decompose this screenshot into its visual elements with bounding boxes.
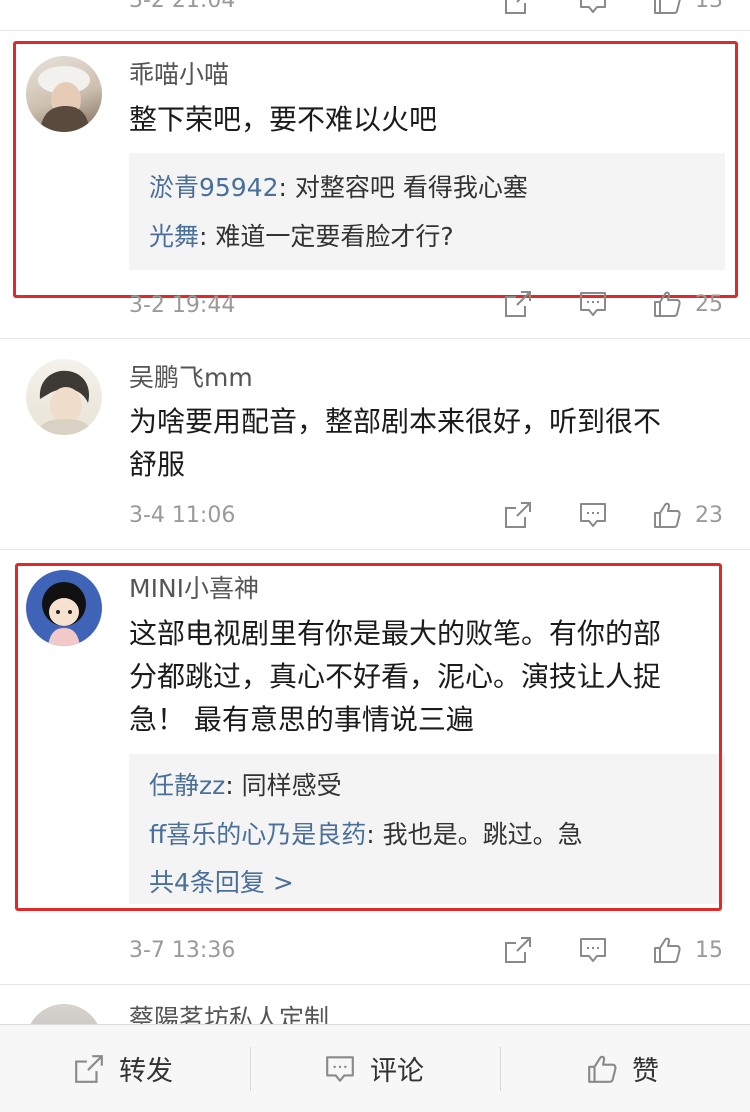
- comment-time: 3-7 13:36: [129, 938, 236, 963]
- comment-icon[interactable]: [578, 0, 608, 16]
- comment-icon: [324, 1053, 356, 1085]
- comment-icon[interactable]: [578, 289, 608, 319]
- highlight-box: [15, 563, 722, 911]
- share-icon: [73, 1053, 105, 1085]
- like-button[interactable]: 赞: [586, 1025, 659, 1112]
- comment-time: 3-2 19:44: [129, 293, 236, 318]
- divider: [500, 1047, 501, 1091]
- thumbs-up-icon[interactable]: [652, 500, 682, 530]
- thumbs-up-icon[interactable]: [652, 0, 682, 16]
- comment-label: 评论: [370, 1056, 424, 1087]
- thumbs-up-icon: [586, 1053, 618, 1085]
- divider: [0, 549, 750, 550]
- like-count: 13: [695, 0, 723, 13]
- comment-time: 3-4 11:06: [129, 503, 236, 528]
- share-icon[interactable]: [503, 289, 533, 319]
- comment-button[interactable]: 评论: [324, 1025, 424, 1112]
- comment-time: 3-2 21:04: [129, 0, 236, 13]
- like-count: 25: [695, 292, 723, 317]
- thumbs-up-icon[interactable]: [652, 935, 682, 965]
- share-icon[interactable]: [503, 500, 533, 530]
- comment-text-line: 为啥要用配音，整部剧本来很好，听到很不: [129, 405, 662, 438]
- like-count: 15: [695, 938, 723, 963]
- divider: [0, 338, 750, 339]
- share-icon[interactable]: [503, 935, 533, 965]
- share-icon[interactable]: [503, 0, 533, 16]
- divider: [0, 984, 750, 985]
- bottom-action-bar: 转发 评论 赞: [0, 1024, 750, 1112]
- divider: [250, 1047, 251, 1091]
- comment-text-line: 舒服: [129, 448, 186, 481]
- divider: [0, 30, 750, 31]
- avatar[interactable]: [26, 359, 102, 435]
- repost-button[interactable]: 转发: [73, 1025, 173, 1112]
- like-label: 赞: [632, 1056, 659, 1087]
- repost-label: 转发: [119, 1056, 173, 1087]
- highlight-box: [13, 41, 738, 298]
- comment-icon[interactable]: [578, 935, 608, 965]
- like-count: 23: [695, 503, 723, 528]
- thumbs-up-icon[interactable]: [652, 289, 682, 319]
- comment-icon[interactable]: [578, 500, 608, 530]
- username[interactable]: 吴鹏飞mm: [129, 363, 253, 393]
